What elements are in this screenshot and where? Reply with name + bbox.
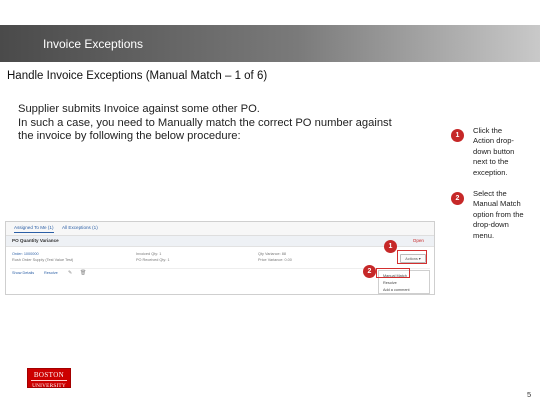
step-line: Action drop- bbox=[473, 136, 514, 146]
step-line: menu. bbox=[473, 230, 495, 240]
callout-1-badge: 1 bbox=[384, 240, 397, 253]
actions-highlight-box bbox=[397, 250, 427, 264]
step-line: Manual Match bbox=[473, 199, 521, 209]
step-line: next to the bbox=[473, 157, 509, 167]
step-line: Select the bbox=[473, 189, 507, 198]
step-line: drop-down bbox=[473, 220, 509, 230]
price-variance: Price Variance: 0.00 bbox=[258, 258, 292, 262]
manual-match-highlight-box bbox=[376, 268, 410, 278]
tab-all-exceptions[interactable]: All Exceptions (1) bbox=[62, 225, 98, 230]
exception-screenshot: Assigned To Me (1) All Exceptions (1) PO… bbox=[5, 221, 435, 295]
received-qty: PO Received Qty: 1 bbox=[136, 258, 170, 262]
status-open: Open bbox=[412, 238, 424, 243]
logo-line-2: UNIVERSITY bbox=[31, 380, 67, 390]
step-line: Click the bbox=[473, 126, 503, 135]
invoiced-qty: Invoiced Qty: 1 bbox=[136, 252, 162, 256]
menu-item-add-comment[interactable]: Add a comment bbox=[383, 288, 410, 292]
tab-assigned-to-me[interactable]: Assigned To Me (1) bbox=[14, 225, 54, 233]
header-bar: Invoice Exceptions bbox=[0, 25, 540, 62]
slide-subtitle: Handle Invoice Exceptions (Manual Match … bbox=[7, 70, 268, 82]
step-1-text: Click the Action drop- down button next … bbox=[473, 126, 539, 178]
mock-section-header: PO Quantity Variance Open bbox=[6, 236, 434, 247]
order-link[interactable]: Order: 1000000 bbox=[12, 252, 39, 256]
instruction-line: the invoice by following the below proce… bbox=[18, 130, 241, 142]
exception-type-label: PO Quantity Variance bbox=[12, 238, 59, 243]
mock-tab-bar: Assigned To Me (1) All Exceptions (1) bbox=[6, 222, 434, 236]
step-2-badge: 2 bbox=[451, 192, 464, 205]
instruction-text: Supplier submits Invoice against some ot… bbox=[18, 103, 418, 144]
step-1-badge: 1 bbox=[451, 129, 464, 142]
instruction-line: Supplier submits Invoice against some ot… bbox=[18, 103, 260, 115]
boston-university-logo: BOSTON UNIVERSITY bbox=[27, 368, 71, 390]
menu-item-resolve[interactable]: Resolve bbox=[383, 281, 397, 285]
logo-line-1: BOSTON bbox=[33, 371, 65, 379]
step-line: exception. bbox=[473, 167, 508, 177]
trash-icon[interactable]: 🗑 bbox=[80, 270, 86, 276]
header-title: Invoice Exceptions bbox=[43, 37, 144, 51]
step-line: down button bbox=[473, 146, 515, 156]
instruction-line: In such a case, you need to Manually mat… bbox=[18, 116, 392, 129]
top-margin bbox=[0, 0, 540, 25]
qty-variance: Qty Variance: 88 bbox=[258, 252, 286, 256]
order-detail: Rush Order Supply (Test Value Test) bbox=[12, 258, 74, 262]
show-details-link[interactable]: Show Details bbox=[12, 271, 34, 275]
resolve-link[interactable]: Resolve bbox=[44, 271, 58, 275]
callout-2-badge: 2 bbox=[363, 265, 376, 278]
step-2-text: Select the Manual Match option from the … bbox=[473, 189, 539, 241]
page-number: 5 bbox=[527, 390, 532, 399]
pencil-icon[interactable]: ✎ bbox=[68, 270, 72, 276]
step-line: option from the bbox=[473, 209, 524, 219]
